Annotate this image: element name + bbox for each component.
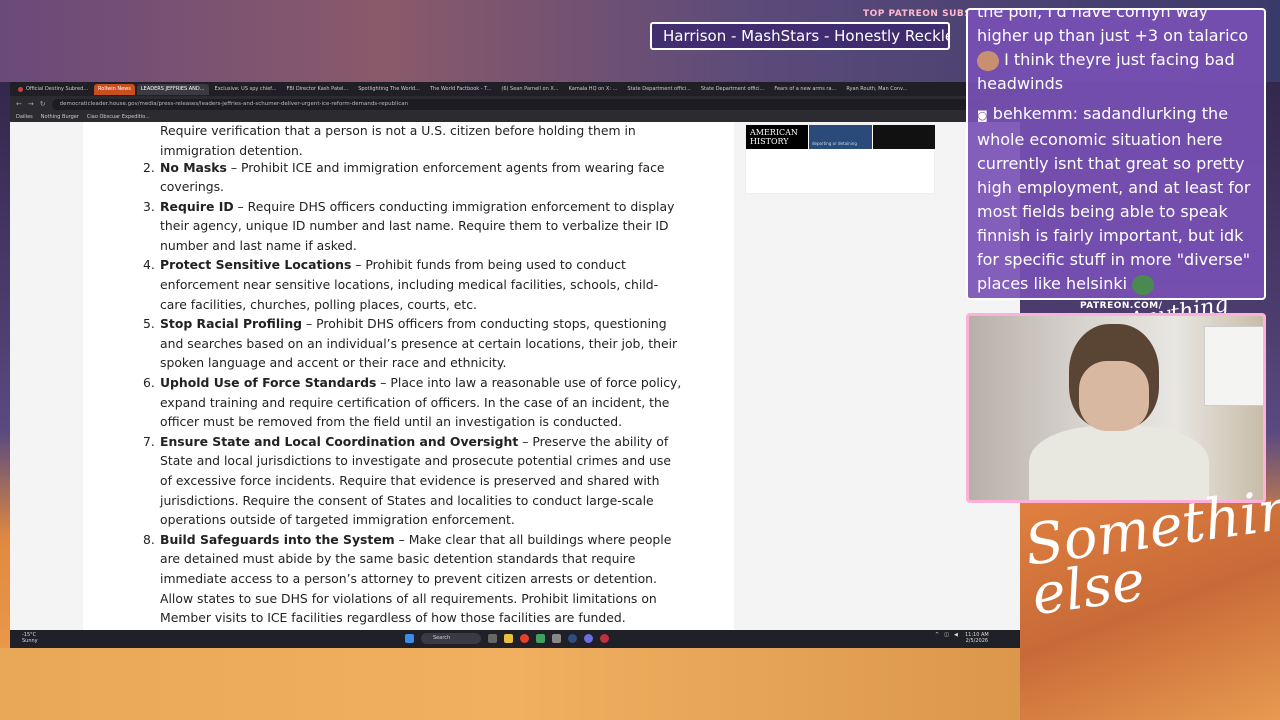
chat-badge-icon: ◙ [977,109,988,122]
chat-panel: the poll, I'd have cornyn way higher up … [966,8,1266,300]
clock[interactable]: 11:10 AM 2/5/2026 [965,632,989,644]
sidebar-ad[interactable]: AMERICAN HISTORY deporting or detaining [745,124,935,194]
tab-favicon-icon [18,86,23,92]
emote-icon [977,50,999,71]
network-icon[interactable]: ◫ [944,632,949,638]
web-page: Require verification that a person is no… [10,122,1020,630]
notepad-icon[interactable] [536,634,545,643]
browser-window: Official Destiny Subred... Rollwin News … [10,82,1020,648]
list-item: 3. Require ID – Require DHS officers cond… [143,198,675,253]
windows-start-icon[interactable] [405,634,414,643]
forward-icon[interactable]: → [28,100,34,108]
streamer-face [1079,361,1149,431]
reload-icon[interactable]: ↻ [40,100,46,108]
back-icon[interactable]: ← [16,100,22,108]
list-item: 2. No Masks – Prohibit ICE and immigratio… [143,159,665,195]
chat-messages: the poll, I'd have cornyn way higher up … [977,8,1262,296]
taskbar-apps: Search [405,633,609,644]
browser-tab[interactable]: State Department offici... [697,84,768,95]
steam-icon[interactable] [568,634,577,643]
chat-message: the poll, I'd have cornyn way higher up … [977,8,1249,93]
browser-tab[interactable]: State Department offici... [623,84,694,95]
list-item: 5. Stop Racial Profiling – Prohibit DHS o… [143,316,678,371]
webcam-feed [966,313,1266,503]
list-item-continuation: Require verification that a person is no… [160,123,636,158]
demands-list: 2. No Masks – Prohibit ICE and immigratio… [143,158,683,628]
sub-banner: Harrison - MashStars - Honestly Reckless [650,22,950,50]
ad-title: AMERICAN HISTORY [746,125,808,149]
browser-tab[interactable]: Fears of a new arms ra... [770,84,840,95]
file-explorer-icon[interactable] [504,634,513,643]
taskbar-search[interactable]: Search [421,633,481,644]
browser-tab[interactable]: Kamala HQ on X: ... [565,84,622,95]
browser-tab[interactable]: Ryan Routh, Man Conv... [842,84,911,95]
browser-tab[interactable]: Rollwin News [94,83,135,95]
browser-tab[interactable]: (6) Sean Parnell on X... [497,84,562,95]
list-item: 6. Uphold Use of Force Standards – Place … [143,375,682,430]
bookmark-item[interactable]: Ciao Obscuar Expeditio... [87,114,150,120]
tab-bar: Official Destiny Subred... Rollwin News … [10,82,1020,96]
bookmark-item[interactable]: Nothing Burger [41,114,79,120]
address-row: ← → ↻ democraticleader.house.gov/media/p… [10,96,1020,112]
bookmark-item[interactable]: Dailies [16,114,33,120]
weather-widget[interactable]: -15°C Sunny [22,632,38,644]
taskbar: -15°C Sunny Search ^ ◫ ◀ 11:10 AM 2/5/20… [10,630,1020,648]
list-item: 8. Build Safeguards into the System – Mak… [143,531,672,626]
browser-tab[interactable]: Exclusive: US spy chief... [211,84,281,95]
browser-tab[interactable]: FBI Director Kash Patel... [282,84,352,95]
obs-icon[interactable] [600,634,609,643]
ad-image [873,125,935,149]
discord-icon[interactable] [584,634,593,643]
emote-icon [1132,274,1155,295]
task-view-icon[interactable] [488,634,497,643]
browser-tab-active[interactable]: LEADERS JEFFRIES AND... [136,83,209,95]
article-body: Require verification that a person is no… [83,122,734,630]
ad-caption: deporting or detaining [809,125,872,149]
list-item: 7. Ensure State and Local Coordination an… [143,433,671,528]
top-patreon-label: TOP PATREON SUBS [863,9,972,19]
volume-icon[interactable]: ◀ [954,632,958,638]
browser-tab[interactable]: The World Factbook - T... [426,84,495,95]
chat-message: ◙ behkemm: sadandlurking the whole econo… [977,104,1251,295]
browser-icon[interactable] [520,634,529,643]
background-shelf [1204,326,1263,406]
bookmarks-bar: Dailies Nothing Burger Ciao Obscuar Expe… [10,112,1020,122]
app-icon[interactable] [552,634,561,643]
chevron-up-icon[interactable]: ^ [935,632,939,638]
list-item: 4. Protect Sensitive Locations – Prohibit… [143,257,659,312]
url-bar[interactable]: democraticleader.house.gov/media/press-r… [51,98,989,110]
system-tray: ^ ◫ ◀ [935,632,958,638]
browser-tab[interactable]: Official Destiny Subred... [14,84,92,95]
browser-tab[interactable]: Spotlighting The World... [354,84,424,95]
